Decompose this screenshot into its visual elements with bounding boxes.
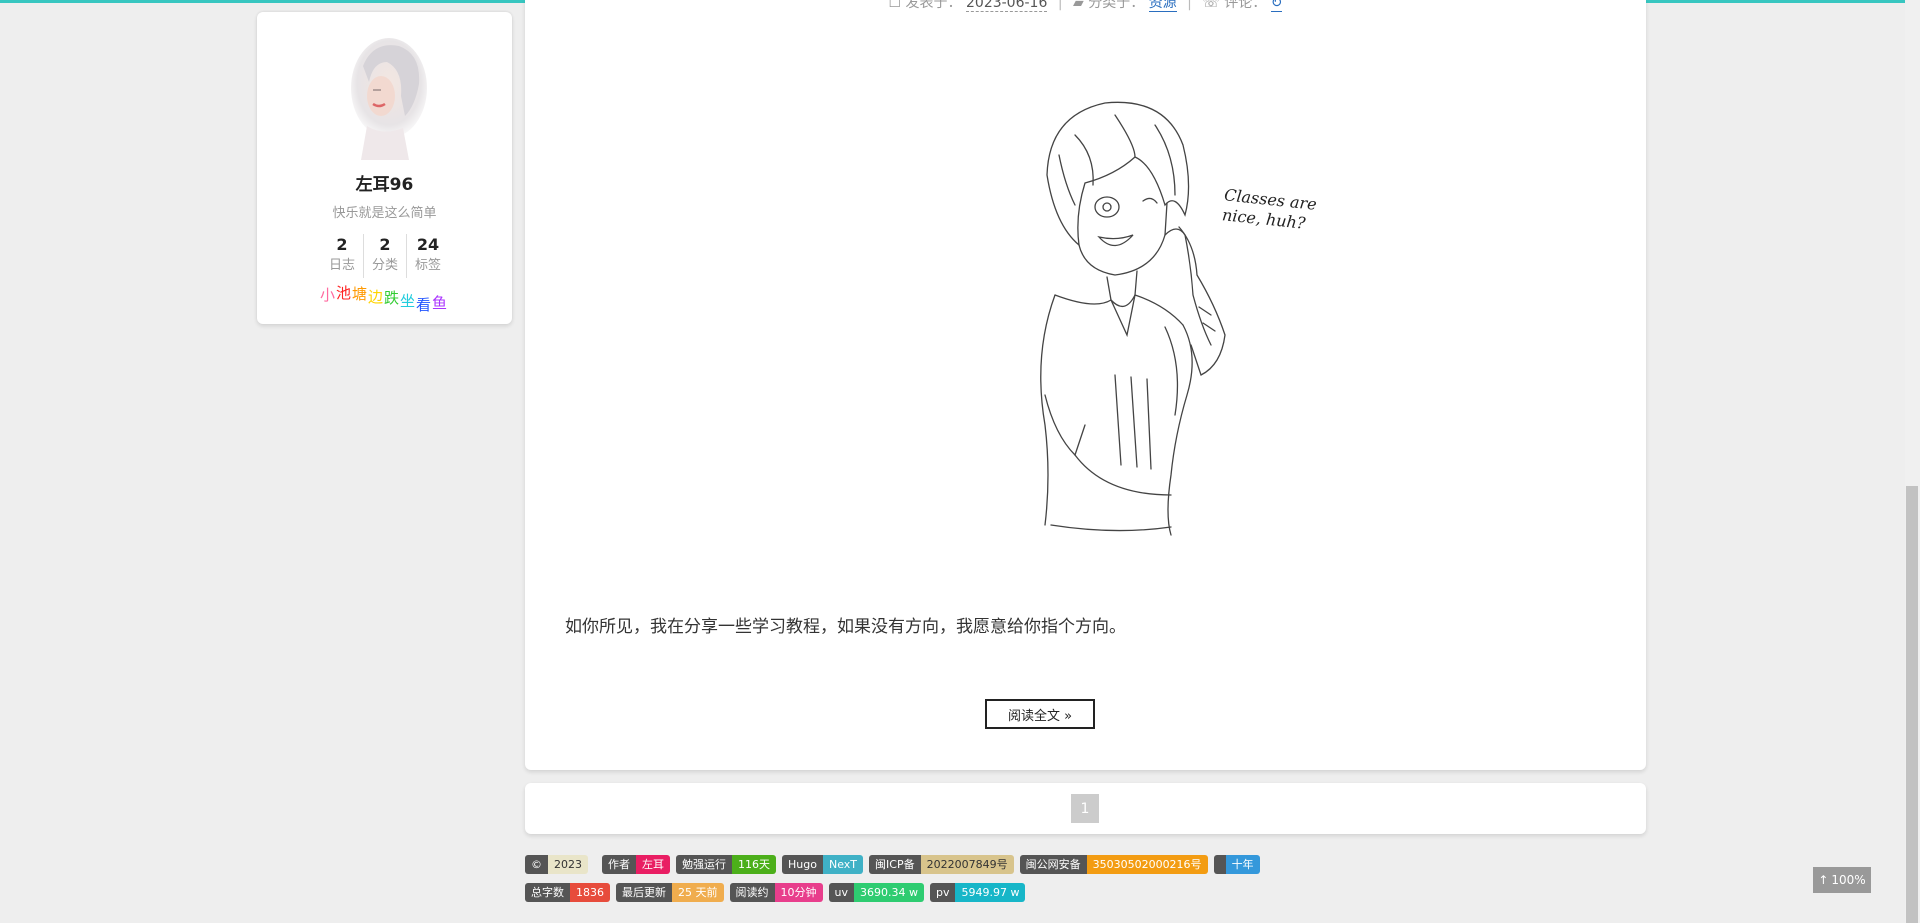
calendar-icon: ☐ <box>888 0 902 11</box>
footer-badge[interactable]: 总字数 1836 <box>525 883 610 902</box>
sidebar-author-card: 左耳96 快乐就是这么简单 2 日志 2 分类 24 标签 小 池 塘 边 跌 … <box>257 12 512 324</box>
footer-badge-value: 3690.34 w <box>853 883 924 902</box>
post-card: ☐ 发表于： 2023-06-16 | ▰ 分类于： 资源 | ☏ 评论： ↻ <box>525 0 1646 770</box>
footer-badges-row2: 总字数 1836 最后更新 25 天前 阅读约 10分钟 uv 3690.34 w pv 5949… <box>525 883 1031 902</box>
meta-divider: | <box>1057 0 1063 11</box>
footer-badge-label: 作者 <box>602 855 636 874</box>
posted-label: 发表于： <box>905 0 962 11</box>
footer-badge-value: NexT <box>822 855 864 874</box>
footer-badge-label: 最后更新 <box>616 883 672 902</box>
motto-char: 边 <box>368 288 384 306</box>
footer-badge[interactable]: uv 3690.34 w <box>828 883 924 902</box>
footer-badge-value: 左耳 <box>636 855 670 874</box>
author-name: 左耳96 <box>355 175 414 195</box>
footer-badge-value: 1836 <box>570 883 610 902</box>
post-meta: ☐ 发表于： 2023-06-16 | ▰ 分类于： 资源 | ☏ 评论： ↻ <box>525 0 1646 12</box>
author-avatar[interactable] <box>343 36 427 160</box>
footer-badge-value: 2022007849号 <box>920 855 1014 874</box>
post-excerpt: 如你所见，我在分享一些学习教程，如果没有方向，我愿意给你指个方向。 <box>565 617 1126 637</box>
footer-badge-label: 阅读约 <box>729 883 775 902</box>
stat-tags-count: 24 <box>416 235 440 254</box>
arrow-up-icon: ↑ <box>1818 873 1829 887</box>
footer-badge[interactable]: © 2023 <box>525 855 588 874</box>
footer-badge[interactable]: 作者 左耳 <box>602 855 670 874</box>
footer-badge-label: 闽ICP备 <box>869 855 921 874</box>
scrollbar-thumb[interactable] <box>1906 486 1918 923</box>
motto-char: 小 <box>320 286 336 304</box>
stat-tags[interactable]: 24 标签 <box>406 234 449 278</box>
category-link[interactable]: 资源 <box>1148 0 1177 12</box>
stat-posts[interactable]: 2 日志 <box>321 234 363 278</box>
read-more-button[interactable]: 阅读全文 » <box>985 699 1095 729</box>
footer-badge-value: 2023 <box>548 855 588 874</box>
footer-badge-label: © <box>525 855 548 874</box>
motto-char: 跌 <box>384 289 400 307</box>
stat-posts-label: 日志 <box>328 258 355 273</box>
footer-badge-value: 116天 <box>732 855 776 874</box>
motto-char: 池 <box>336 284 352 302</box>
footer-badge[interactable]: pv 5949.97 w <box>929 883 1026 902</box>
footer-badge-value: 10分钟 <box>774 883 823 902</box>
meta-divider: | <box>1187 0 1192 11</box>
footer-badge[interactable]: 阅读约 10分钟 <box>729 883 823 902</box>
stat-categories[interactable]: 2 分类 <box>363 234 406 278</box>
footer-badge-label: Hugo <box>782 855 823 874</box>
scroll-percent: 100% <box>1831 873 1866 887</box>
posted-date[interactable]: 2023-06-16 <box>966 0 1048 12</box>
author-description: 快乐就是这么简单 <box>332 206 437 221</box>
footer-badge[interactable]: 十年 <box>1213 855 1260 874</box>
motto-char: 塘 <box>352 285 368 303</box>
footer-badge-value: 25 天前 <box>672 883 724 902</box>
footer-badge-label: pv <box>929 883 956 902</box>
motto-char: 看 <box>416 296 432 314</box>
motto-char: 坐 <box>400 292 416 310</box>
footer-badges-row1: © 2023 作者 左耳 勉强运行 116天 Hugo NexT 闽ICP备 2022007849… <box>525 855 1266 874</box>
footer-badge-label <box>1213 855 1226 874</box>
site-stats: 2 日志 2 分类 24 标签 <box>321 234 449 278</box>
stat-tags-label: 标签 <box>414 258 441 273</box>
footer-badge[interactable]: 最后更新 25 天前 <box>616 883 724 902</box>
stat-posts-count: 2 <box>336 235 348 254</box>
back-to-top-button[interactable]: ↑ 100% <box>1813 867 1871 893</box>
motto-char: 鱼 <box>432 294 448 312</box>
stat-categories-count: 2 <box>379 235 391 254</box>
category-label: 分类于： <box>1088 0 1145 11</box>
comment-icon: ☏ <box>1202 0 1220 11</box>
page-number-current[interactable]: 1 <box>1071 794 1099 823</box>
pagination: 1 <box>525 783 1646 834</box>
footer-badge-value: 35030502000216号 <box>1086 855 1208 874</box>
footer-badge-label: uv <box>828 883 854 902</box>
post-sketch-image <box>1015 95 1345 540</box>
stat-categories-label: 分类 <box>371 258 398 273</box>
footer-badge-label: 闽公网安备 <box>1019 855 1087 874</box>
footer-badge-value: 十年 <box>1225 855 1260 874</box>
footer-badge-label: 总字数 <box>525 883 570 902</box>
footer-badge-value: 5949.97 w <box>955 883 1026 902</box>
footer-badge-label: 勉强运行 <box>676 855 732 874</box>
footer-badge[interactable]: 勉强运行 116天 <box>676 855 776 874</box>
footer-badge[interactable]: Hugo NexT <box>782 855 864 874</box>
comments-count-icon[interactable]: ↻ <box>1270 0 1283 12</box>
folder-icon: ▰ <box>1073 0 1084 11</box>
footer-badge[interactable]: 闽公网安备 35030502000216号 <box>1019 855 1208 874</box>
comments-label: 评论： <box>1224 0 1267 11</box>
rainbow-motto: 小 池 塘 边 跌 坐 看 鱼 <box>320 282 460 316</box>
footer-badge[interactable]: 闽ICP备 2022007849号 <box>869 855 1014 874</box>
